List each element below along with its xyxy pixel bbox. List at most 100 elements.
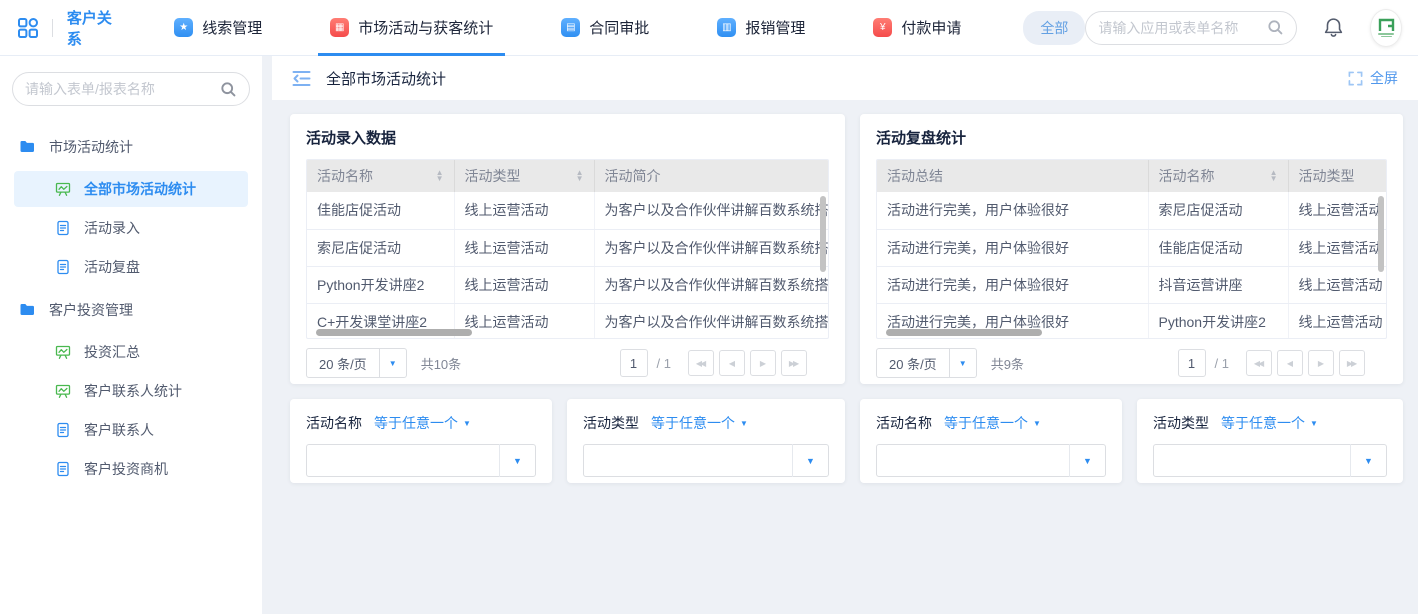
page-number-input[interactable] <box>1178 349 1206 377</box>
brand-logo-text <box>1378 33 1394 38</box>
sort-icon[interactable]: ▲▼ <box>576 170 584 182</box>
next-page-button[interactable]: ▶ <box>750 350 776 376</box>
pagination: 20 条/页▼共10条/ 1◀◀◀▶▶▶ <box>306 348 829 378</box>
filter-operator-button[interactable]: 等于任意一个▼ <box>944 413 1041 433</box>
search-icon[interactable] <box>1267 19 1284 36</box>
table-row[interactable]: 活动进行完美，用户体验很好抖音运营讲座线上运营活动 <box>877 266 1387 303</box>
filter-field-label: 活动名称 <box>876 413 932 433</box>
column-header-label: 活动总结 <box>887 166 943 186</box>
sidebar-item[interactable]: 客户投资商机 <box>14 451 248 487</box>
app-tabs: ★线索管理 ▦市场活动与获客统计 ▤合同审批 ▥报销管理 ¥付款申请 <box>140 0 995 56</box>
column-header[interactable]: 活动类型 <box>1288 160 1387 192</box>
column-header[interactable]: 活动总结 <box>877 160 1148 192</box>
app-tab[interactable]: ▥报销管理 <box>705 0 817 56</box>
table-cell: 线上运营活动 <box>454 266 594 303</box>
last-page-button[interactable]: ▶▶ <box>781 350 807 376</box>
prev-page-button[interactable]: ◀ <box>719 350 745 376</box>
sort-icon[interactable]: ▲▼ <box>1270 170 1278 182</box>
column-header[interactable]: 活动名称▲▼ <box>307 160 454 192</box>
scrollbar-thumb[interactable] <box>886 329 1042 336</box>
page-size-select[interactable]: 20 条/页▼ <box>306 348 407 378</box>
table-row[interactable]: 活动进行完美，用户体验很好佳能店促活动线上运营活动 <box>877 229 1387 266</box>
table-cell: 活动进行完美，用户体验很好 <box>877 229 1148 266</box>
fullscreen-button[interactable]: 全屏 <box>1347 68 1398 88</box>
app-tab[interactable]: ▦市场活动与获客统计 <box>318 0 505 56</box>
sidebar-item[interactable]: 全部市场活动统计 <box>14 171 248 207</box>
sidebar-group-header[interactable]: 客户投资管理 <box>0 289 262 331</box>
app-tab[interactable]: ▤合同审批 <box>549 0 661 56</box>
first-page-button[interactable]: ◀◀ <box>688 350 714 376</box>
table-cell: 索尼店促活动 <box>1148 192 1288 229</box>
column-header[interactable]: 活动名称▲▼ <box>1148 160 1288 192</box>
sidebar-item[interactable]: 客户联系人统计 <box>14 373 248 409</box>
filter-card: 活动类型等于任意一个▼▼ <box>1137 399 1403 483</box>
sort-desc-icon: ▼ <box>436 176 444 182</box>
prev-page-button[interactable]: ◀ <box>1277 350 1303 376</box>
sidebar-item[interactable]: 投资汇总 <box>14 334 248 370</box>
chevron-down-icon: ▼ <box>949 348 976 378</box>
pagination: 20 条/页▼共9条/ 1◀◀◀▶▶▶ <box>876 348 1387 378</box>
sidebar-item[interactable]: 客户联系人 <box>14 412 248 448</box>
total-count: 共9条 <box>991 354 1024 373</box>
total-count: 共10条 <box>421 354 461 373</box>
scrollbar-thumb[interactable] <box>316 329 472 336</box>
app-tab-label: 付款申请 <box>901 17 961 38</box>
chevron-down-icon: ▼ <box>792 444 828 477</box>
filter-operator-button[interactable]: 等于任意一个▼ <box>374 413 471 433</box>
user-avatar[interactable] <box>1370 9 1402 47</box>
column-header[interactable]: 活动简介 <box>594 160 829 192</box>
column-header[interactable]: 活动类型▲▼ <box>454 160 594 192</box>
search-icon[interactable] <box>220 81 237 98</box>
apps-grid-icon[interactable] <box>16 15 40 41</box>
filter-operator-button[interactable]: 等于任意一个▼ <box>1221 413 1318 433</box>
scrollbar-thumb[interactable] <box>820 196 826 272</box>
filter-operator-button[interactable]: 等于任意一个▼ <box>651 413 748 433</box>
first-page-icon: ◀◀ <box>1254 359 1262 368</box>
all-apps-button[interactable]: 全部 <box>1023 11 1085 45</box>
sort-icon[interactable]: ▲▼ <box>436 170 444 182</box>
app-tab[interactable]: ¥付款申请 <box>861 0 973 56</box>
last-page-button[interactable]: ▶▶ <box>1339 350 1365 376</box>
app-search-input[interactable] <box>1098 20 1267 36</box>
form-search-input[interactable] <box>25 81 220 97</box>
filter-value-select[interactable]: ▼ <box>306 444 536 477</box>
app-search-box <box>1085 11 1297 45</box>
filter-operator-label: 等于任意一个 <box>1221 413 1305 433</box>
form-tree: 市场活动统计全部市场活动统计活动录入活动复盘客户投资管理投资汇总客户联系人统计客… <box>0 126 262 487</box>
table-cell: 抖音运营讲座 <box>1148 266 1288 303</box>
sidebar-item[interactable]: 活动录入 <box>14 210 248 246</box>
vertical-scrollbar[interactable] <box>1378 196 1384 334</box>
chevron-down-icon: ▼ <box>379 348 406 378</box>
page-size-select[interactable]: 20 条/页▼ <box>876 348 977 378</box>
sidebar: 市场活动统计全部市场活动统计活动录入活动复盘客户投资管理投资汇总客户联系人统计客… <box>0 56 262 614</box>
horizontal-scrollbar[interactable] <box>309 329 826 336</box>
table-row[interactable]: 索尼店促活动线上运营活动为客户以及合作伙伴讲解百数系统搭建 <box>307 229 829 266</box>
workspace-title[interactable]: 客户关系 <box>67 7 116 49</box>
vertical-scrollbar[interactable] <box>820 196 826 334</box>
content-area: 活动录入数据活动名称▲▼活动类型▲▼活动简介佳能店促活动线上运营活动为客户以及合… <box>272 100 1418 614</box>
last-page-icon: ▶▶ <box>789 359 797 368</box>
first-page-button[interactable]: ◀◀ <box>1246 350 1272 376</box>
sidebar-item[interactable]: 活动复盘 <box>14 249 248 285</box>
horizontal-scrollbar[interactable] <box>879 329 1384 336</box>
sidebar-group-header[interactable]: 市场活动统计 <box>0 126 262 168</box>
chevron-down-icon: ▼ <box>1033 419 1041 428</box>
table-row[interactable]: Python开发讲座2线上运营活动为客户以及合作伙伴讲解百数系统搭建 <box>307 266 829 303</box>
table-row[interactable]: 佳能店促活动线上运营活动为客户以及合作伙伴讲解百数系统搭建 <box>307 192 829 229</box>
page-number-input[interactable] <box>620 349 648 377</box>
notification-bell-icon[interactable] <box>1323 17 1344 38</box>
table-row[interactable]: 活动进行完美，用户体验很好索尼店促活动线上运营活动 <box>877 192 1387 229</box>
filter-value-select[interactable]: ▼ <box>583 444 829 477</box>
sort-desc-icon: ▼ <box>576 176 584 182</box>
table-cell: 为客户以及合作伙伴讲解百数系统搭建 <box>594 266 829 303</box>
document-icon <box>55 220 71 236</box>
filter-value-select[interactable]: ▼ <box>876 444 1106 477</box>
filter-cards: 活动名称等于任意一个▼▼活动类型等于任意一个▼▼活动名称等于任意一个▼▼活动类型… <box>290 399 1403 483</box>
first-page-icon: ◀◀ <box>696 359 704 368</box>
scrollbar-thumb[interactable] <box>1378 196 1384 272</box>
data-table: 活动名称▲▼活动类型▲▼活动简介佳能店促活动线上运营活动为客户以及合作伙伴讲解百… <box>306 159 829 339</box>
collapse-sidebar-icon[interactable] <box>292 70 311 87</box>
filter-value-select[interactable]: ▼ <box>1153 444 1387 477</box>
next-page-button[interactable]: ▶ <box>1308 350 1334 376</box>
app-tab[interactable]: ★线索管理 <box>162 0 274 56</box>
